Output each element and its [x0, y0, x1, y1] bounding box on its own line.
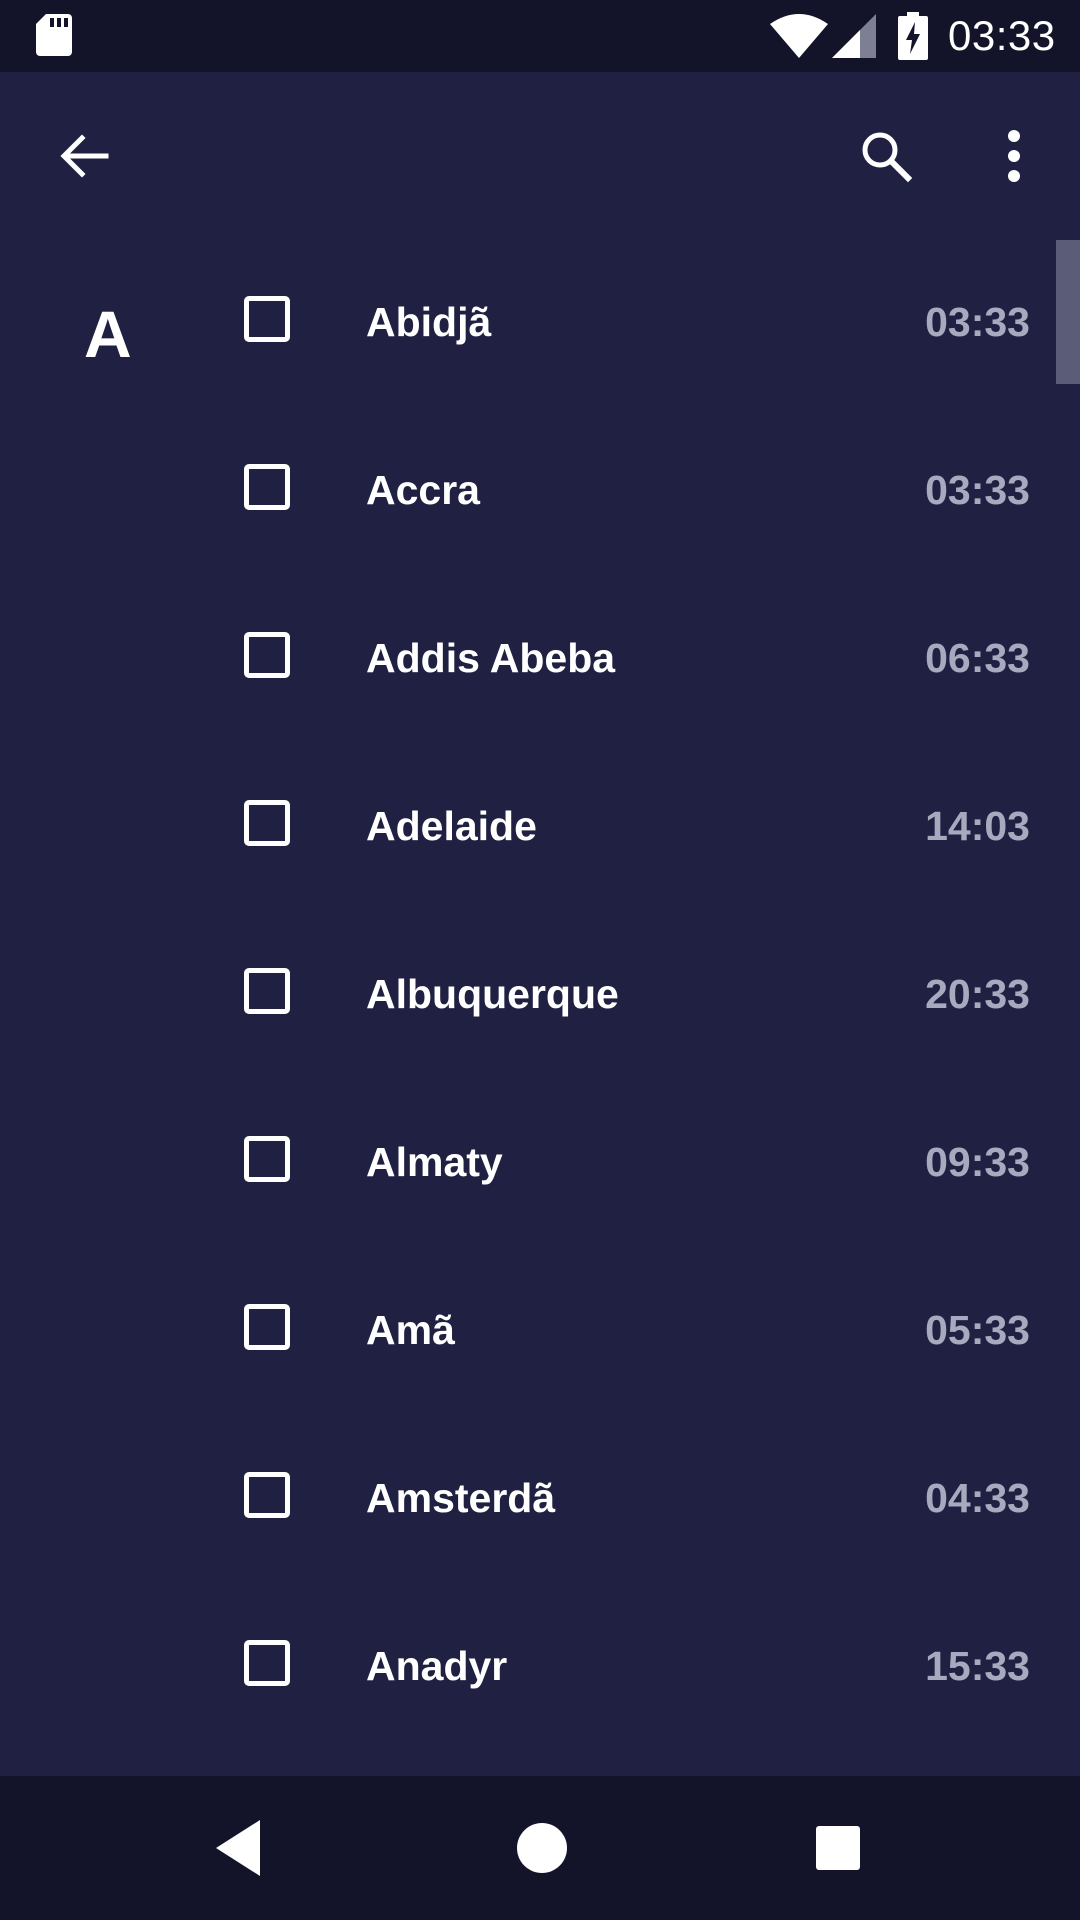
city-name: Albuquerque: [366, 971, 619, 1017]
city-name: Almaty: [366, 1139, 503, 1185]
city-list-item[interactable]: Anadyr 15:33: [0, 1584, 1056, 1752]
city-name: Amsterdã: [366, 1475, 556, 1521]
search-icon: [862, 132, 913, 183]
battery-charging-icon: [898, 12, 928, 60]
city-name: Addis Abeba: [366, 635, 616, 681]
city-checkbox[interactable]: [244, 464, 290, 510]
arrow-back-icon: [60, 134, 109, 178]
city-list-item[interactable]: Abidjã 03:33: [0, 240, 1056, 408]
nav-recents-icon[interactable]: [808, 1818, 868, 1878]
city-checkbox[interactable]: [244, 968, 290, 1014]
city-list: A Abidjã 03:33 Accra 03:33 Addis Abeba 06:33 A…: [0, 240, 1080, 1776]
city-checkbox[interactable]: [244, 1640, 290, 1686]
city-local-time: 15:33: [925, 1643, 1030, 1689]
city-local-time: 04:33: [925, 1475, 1030, 1521]
back-button[interactable]: [40, 112, 128, 200]
nav-back-icon[interactable]: [210, 1816, 270, 1880]
more-vert-icon: [1008, 130, 1020, 182]
city-list-item[interactable]: Adelaide 14:03: [0, 744, 1056, 912]
city-list-item[interactable]: Accra 03:33: [0, 408, 1056, 576]
city-local-time: 03:33: [925, 467, 1030, 513]
city-local-time: 05:33: [925, 1307, 1030, 1353]
city-name: Anadyr: [366, 1643, 508, 1689]
world-clock-city-picker: 03:33 A Abidjã 03:33 Accra 03:33 Addis Abeba…: [0, 0, 1080, 1920]
city-list-item[interactable]: Almaty 09:33: [0, 1080, 1056, 1248]
city-checkbox[interactable]: [244, 632, 290, 678]
app-bar: [0, 72, 1080, 240]
city-list-item[interactable]: Amã 05:33: [0, 1248, 1056, 1416]
search-button[interactable]: [842, 112, 930, 200]
city-local-time: 06:33: [925, 635, 1030, 681]
city-name: Accra: [366, 467, 480, 513]
navigation-bar: [0, 1776, 1080, 1920]
scrollbar-thumb[interactable]: [1056, 240, 1080, 384]
city-name: Adelaide: [366, 803, 537, 849]
city-name: Amã: [366, 1307, 455, 1353]
city-checkbox[interactable]: [244, 296, 290, 342]
city-local-time: 14:03: [925, 803, 1030, 849]
signal-icon: [832, 14, 876, 58]
city-checkbox[interactable]: [244, 1136, 290, 1182]
city-list-item[interactable]: Albuquerque 20:33: [0, 912, 1056, 1080]
city-name: Abidjã: [366, 299, 492, 345]
city-local-time: 20:33: [925, 971, 1030, 1017]
city-checkbox[interactable]: [244, 1304, 290, 1350]
city-local-time: 03:33: [925, 299, 1030, 345]
nav-home-icon[interactable]: [510, 1816, 574, 1880]
city-list-item[interactable]: Addis Abeba 06:33: [0, 576, 1056, 744]
more-options-button[interactable]: [970, 112, 1058, 200]
wifi-icon: [770, 14, 828, 58]
city-checkbox[interactable]: [244, 800, 290, 846]
city-list-item[interactable]: Amsterdã 04:33: [0, 1416, 1056, 1584]
status-bar-clock: 03:33: [948, 12, 1056, 59]
sd-card-icon: [36, 14, 72, 56]
city-checkbox[interactable]: [244, 1472, 290, 1518]
status-bar: 03:33: [0, 0, 1080, 72]
city-local-time: 09:33: [925, 1139, 1030, 1185]
